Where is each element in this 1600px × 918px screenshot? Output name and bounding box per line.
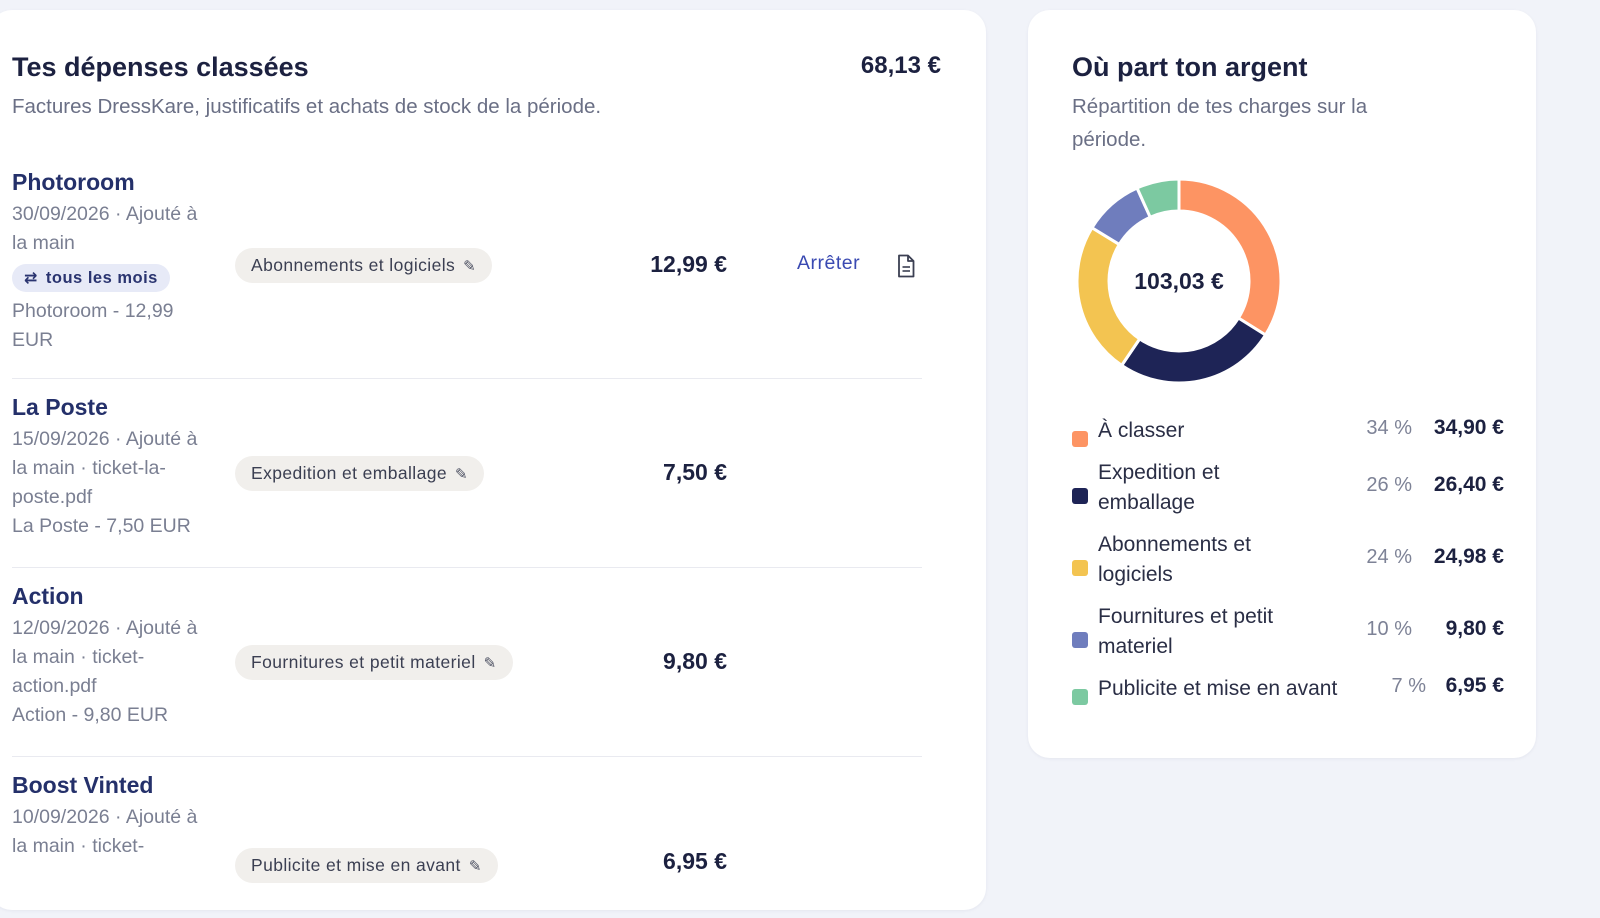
recurring-badge: ⇄ tous les mois: [12, 264, 170, 292]
legend-label: À classer: [1098, 419, 1185, 442]
expense-name: Photoroom: [12, 169, 135, 195]
legend-percent: 10 %: [1366, 618, 1412, 640]
legend-value: 24,98 €: [1433, 545, 1504, 568]
row-divider: [12, 756, 922, 757]
category-label: Abonnements et logiciels: [251, 255, 456, 275]
expenses-subtitle: Factures DressKare, justificatifs et ach…: [12, 95, 602, 118]
legend-label: Abonnements et logiciels: [1098, 533, 1251, 586]
expense-meta: 10/09/2026 · Ajouté à la main · ticket-: [12, 806, 198, 857]
row-divider: [12, 567, 922, 568]
legend-item: Publicite et mise en avant 7 % 6,95 €: [1072, 674, 1504, 730]
expense-row: Action 12/09/2026 · Ajouté à la main · t…: [12, 579, 922, 755]
expense-amount: 9,80 €: [663, 648, 727, 674]
expense-meta: 12/09/2026 · Ajouté à la main · ticket-a…: [12, 617, 198, 697]
legend-percent: 24 %: [1366, 546, 1412, 568]
breakdown-title: Où part ton argent: [1072, 52, 1308, 82]
category-pill[interactable]: Publicite et mise en avant ✎: [235, 848, 498, 883]
expense-note: Action - 9,80 EUR: [12, 704, 169, 726]
repeat-icon: ⇄: [24, 270, 38, 287]
expense-row: La Poste 15/09/2026 · Ajouté à la main ·…: [12, 390, 922, 566]
category-label: Fournitures et petit materiel: [251, 652, 476, 672]
legend-swatch: [1072, 689, 1088, 705]
legend-item: Expedition et emballage 26 % 26,40 €: [1072, 458, 1504, 514]
pencil-icon: ✎: [455, 465, 468, 483]
row-divider: [12, 378, 922, 379]
legend-swatch: [1072, 488, 1088, 504]
legend-label: Expedition et emballage: [1098, 461, 1220, 514]
expenses-total: 68,13 €: [860, 52, 941, 79]
expenses-title: Tes dépenses classées: [12, 52, 309, 82]
document-icon[interactable]: [896, 254, 916, 278]
legend-label: Fournitures et petit materiel: [1098, 605, 1274, 658]
donut-chart: 103,03 €: [1075, 177, 1283, 385]
legend-item: Fournitures et petit materiel 10 % 9,80 …: [1072, 602, 1504, 658]
pencil-icon: ✎: [463, 257, 477, 275]
category-pill[interactable]: Abonnements et logiciels ✎: [235, 248, 493, 283]
legend-swatch: [1072, 632, 1088, 648]
recurring-label: tous les mois: [45, 268, 158, 287]
expense-row: Boost Vinted 10/09/2026 · Ajouté à la ma…: [12, 768, 922, 918]
breakdown-subtitle: Répartition de tes charges sur la périod…: [1072, 95, 1368, 151]
category-pill[interactable]: Expedition et emballage ✎: [235, 456, 484, 491]
legend-label: Publicite et mise en avant: [1098, 677, 1338, 700]
category-label: Expedition et emballage: [251, 463, 447, 483]
legend-value: 6,95 €: [1445, 674, 1504, 697]
expense-meta: 15/09/2026 · Ajouté à la main · ticket-l…: [12, 428, 198, 508]
legend-swatch: [1072, 560, 1088, 576]
legend-value: 34,90 €: [1433, 416, 1504, 439]
legend-percent: 34 %: [1366, 417, 1412, 439]
expense-name: Action: [12, 583, 84, 609]
expense-note: La Poste - 7,50 EUR: [12, 515, 191, 537]
legend-item: Abonnements et logiciels 24 % 24,98 €: [1072, 530, 1504, 586]
legend-value: 9,80 €: [1445, 617, 1504, 640]
pencil-icon: ✎: [468, 857, 482, 875]
stop-recurring-link[interactable]: Arrêter: [797, 252, 860, 275]
expense-name: Boost Vinted: [12, 772, 154, 798]
expenses-card: Tes dépenses classées 68,13 € Factures D…: [0, 10, 986, 910]
expense-name: La Poste: [12, 394, 108, 420]
pencil-icon: ✎: [483, 654, 497, 672]
expense-amount: 7,50 €: [663, 459, 727, 485]
legend-swatch: [1072, 431, 1088, 447]
legend-value: 26,40 €: [1433, 473, 1504, 496]
category-pill[interactable]: Fournitures et petit materiel ✎: [235, 645, 513, 680]
expense-amount: 6,95 €: [663, 848, 727, 874]
expense-amount: 12,99 €: [650, 251, 727, 277]
donut-center-total: 103,03 €: [1134, 267, 1224, 294]
expense-meta: 30/09/2026 · Ajouté à la main: [12, 203, 198, 254]
legend-percent: 7 %: [1391, 675, 1426, 697]
legend-percent: 26 %: [1366, 474, 1412, 496]
expense-row: Photoroom 30/09/2026 · Ajouté à la main …: [12, 165, 922, 377]
expense-note: Photoroom - 12,99 EUR: [12, 300, 174, 351]
breakdown-card: Où part ton argent Répartition de tes ch…: [1028, 10, 1536, 758]
